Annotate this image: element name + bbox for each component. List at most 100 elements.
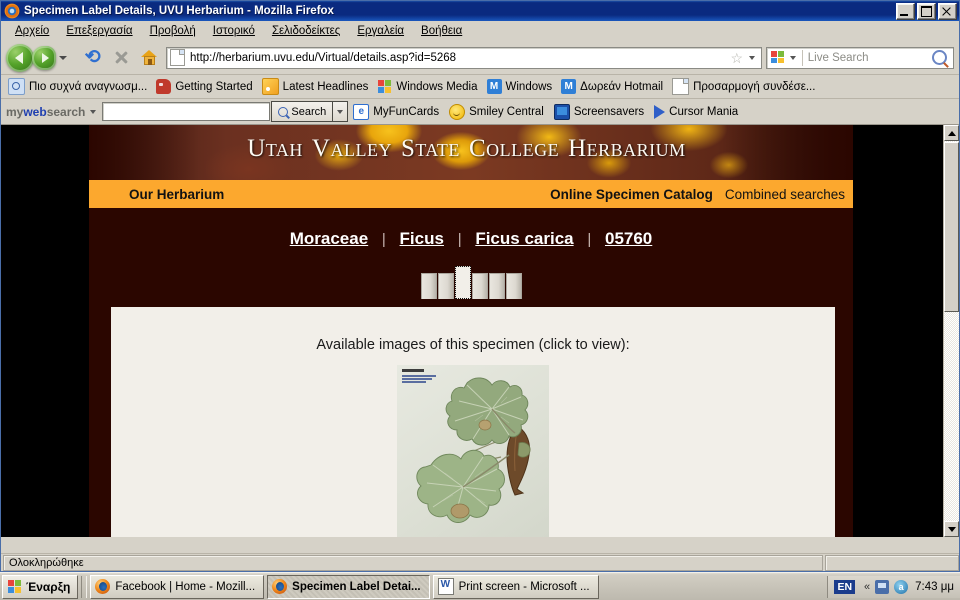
- bookmark-windows[interactable]: M Windows: [484, 79, 559, 94]
- taskbar-item-label: Specimen Label Detai...: [292, 580, 421, 593]
- mywebsearch-input[interactable]: [102, 102, 271, 121]
- firefox-icon: [272, 579, 288, 594]
- breadcrumb-family[interactable]: Moraceae: [290, 229, 368, 248]
- scroll-up-button[interactable]: [944, 125, 959, 141]
- bookmark-label: Windows: [505, 80, 553, 93]
- stop-button[interactable]: [108, 45, 134, 71]
- tab-2[interactable]: [437, 273, 454, 299]
- specimen-thumbnail[interactable]: [397, 365, 549, 537]
- monitor-icon: [553, 103, 570, 120]
- menu-bar: Αρχείο Επεξεργασία Προβολή Ιστορικό Σελι…: [1, 21, 959, 41]
- bookmark-latest-headlines[interactable]: Latest Headlines: [259, 78, 375, 95]
- mywebsearch-link-myfuncards[interactable]: e MyFunCards: [348, 103, 444, 120]
- reload-button[interactable]: ⟳: [80, 45, 106, 71]
- close-button[interactable]: [938, 2, 957, 20]
- address-dropdown-icon[interactable]: [749, 55, 755, 60]
- page-viewport: UTAH VALLEY STATE COLLEGE HERBARIUM Our Herb…: [1, 125, 959, 537]
- bookmark-hotmail[interactable]: M Δωρεάν Hotmail: [558, 79, 669, 94]
- nav-link-online-specimen-catalog[interactable]: Online Specimen Catalog: [550, 187, 713, 202]
- bookmark-customize-links[interactable]: Προσαρμογή συνδέσε...: [669, 78, 821, 95]
- bookmark-label: Προσαρμογή συνδέσε...: [693, 80, 816, 93]
- maximize-button[interactable]: [917, 2, 936, 20]
- mywebsearch-link-cursor-mania[interactable]: Cursor Mania: [649, 104, 743, 119]
- antivirus-icon[interactable]: a: [894, 579, 909, 594]
- forward-button[interactable]: [32, 45, 56, 70]
- bookmark-windows-media[interactable]: Windows Media: [374, 79, 483, 94]
- msn-icon: M: [561, 79, 577, 94]
- breadcrumb-accession[interactable]: 05760: [605, 229, 652, 248]
- taskbar-item-facebook[interactable]: Facebook | Home - Mozill...: [90, 574, 265, 599]
- start-label: Έναρξη: [26, 579, 71, 594]
- status-bar: Ολοκληρώθηκε: [1, 553, 959, 571]
- taskbar-item-specimen-label-details[interactable]: Specimen Label Detai...: [267, 574, 430, 599]
- menu-item-help[interactable]: Βοήθεια: [413, 23, 471, 39]
- search-engine-icon[interactable]: [771, 51, 785, 64]
- mywebsearch-logo: mywebsearch: [6, 105, 85, 119]
- taskbar-item-print-screen[interactable]: Print screen - Microsoft ...: [432, 574, 599, 599]
- site-banner: UTAH VALLEY STATE COLLEGE HERBARIUM: [89, 125, 853, 180]
- menu-item-view[interactable]: Προβολή: [142, 23, 205, 39]
- mywebsearch-link-screensavers[interactable]: Screensavers: [549, 103, 649, 120]
- bookmarks-toolbar: Πιο συχνά αναγνωσμ... Getting Started La…: [1, 75, 959, 99]
- firefox-icon: [4, 3, 20, 19]
- breadcrumb: Moraceae | Ficus | Ficus carica | 05760: [89, 208, 853, 249]
- taskbar-clock[interactable]: 7:43 μμ: [915, 581, 954, 593]
- tray-expand-icon[interactable]: «: [864, 581, 870, 593]
- nav-link-combined-searches[interactable]: Combined searches: [725, 187, 845, 202]
- menu-item-tools[interactable]: Εργαλεία: [349, 23, 413, 39]
- brand-pre: my: [6, 104, 24, 119]
- search-icon[interactable]: [932, 50, 947, 65]
- menu-item-bookmarks[interactable]: Σελιδοδείκτες: [264, 23, 349, 39]
- nav-buttons: ⟳: [6, 43, 162, 72]
- navigation-toolbar: ⟳ http://herbarium.uvu.edu/Virtual/detai…: [1, 41, 959, 75]
- scroll-down-button[interactable]: [944, 521, 959, 537]
- search-divider: [802, 49, 803, 66]
- address-bar[interactable]: http://herbarium.uvu.edu/Virtual/details…: [166, 46, 762, 69]
- vertical-scrollbar[interactable]: [943, 125, 959, 537]
- network-icon[interactable]: [875, 579, 890, 594]
- mywebsearch-search-dropdown[interactable]: [333, 101, 349, 122]
- taskbar-separator: [81, 575, 88, 598]
- status-message: Ολοκληρώθηκε: [3, 554, 823, 571]
- search-bar[interactable]: [766, 46, 954, 69]
- mywebsearch-dropdown-icon[interactable]: [90, 109, 97, 114]
- search-icon: [278, 106, 289, 117]
- status-extra-pane: [825, 554, 959, 571]
- minimize-button[interactable]: [896, 2, 915, 20]
- tab-6[interactable]: [505, 273, 522, 299]
- breadcrumb-separator: |: [587, 231, 592, 248]
- back-button[interactable]: [6, 43, 34, 72]
- tab-1[interactable]: [420, 273, 437, 299]
- link-label: MyFunCards: [373, 105, 440, 118]
- menu-item-file[interactable]: Αρχείο: [7, 23, 58, 39]
- home-button[interactable]: [136, 45, 162, 71]
- language-indicator[interactable]: EN: [834, 579, 856, 594]
- history-dropdown-icon[interactable]: [59, 55, 67, 60]
- search-engine-dropdown-icon[interactable]: [790, 55, 796, 60]
- bookmark-most-visited[interactable]: Πιο συχνά αναγνωσμ...: [5, 78, 153, 95]
- word-icon: [437, 578, 454, 595]
- breadcrumb-genus[interactable]: Ficus: [400, 229, 444, 248]
- menu-item-edit[interactable]: Επεξεργασία: [58, 23, 141, 39]
- document-icon: [672, 78, 690, 95]
- bookmark-label: Πιο συχνά αναγνωσμ...: [29, 80, 148, 93]
- window-controls: [896, 2, 957, 20]
- cursor-icon: [654, 104, 666, 119]
- tab-3-selected[interactable]: [454, 266, 471, 299]
- mywebsearch-link-smiley-central[interactable]: Smiley Central: [444, 103, 549, 120]
- page-icon: [170, 49, 185, 66]
- menu-item-history[interactable]: Ιστορικό: [205, 23, 264, 39]
- bookmark-star-icon[interactable]: ☆: [730, 51, 743, 65]
- breadcrumb-species[interactable]: Ficus carica: [475, 229, 573, 248]
- url-text[interactable]: http://herbarium.uvu.edu/Virtual/details…: [190, 52, 727, 64]
- mywebsearch-search-button[interactable]: Search: [271, 101, 334, 122]
- tab-5[interactable]: [488, 273, 505, 299]
- getting-started-icon: [156, 79, 172, 94]
- tab-4[interactable]: [471, 273, 488, 299]
- search-input[interactable]: [805, 50, 930, 65]
- start-button[interactable]: Έναρξη: [2, 574, 79, 599]
- bookmark-getting-started[interactable]: Getting Started: [153, 79, 258, 94]
- rss-icon: [261, 78, 279, 95]
- scrollbar-thumb[interactable]: [944, 142, 959, 312]
- nav-link-our-herbarium[interactable]: Our Herbarium: [129, 187, 224, 202]
